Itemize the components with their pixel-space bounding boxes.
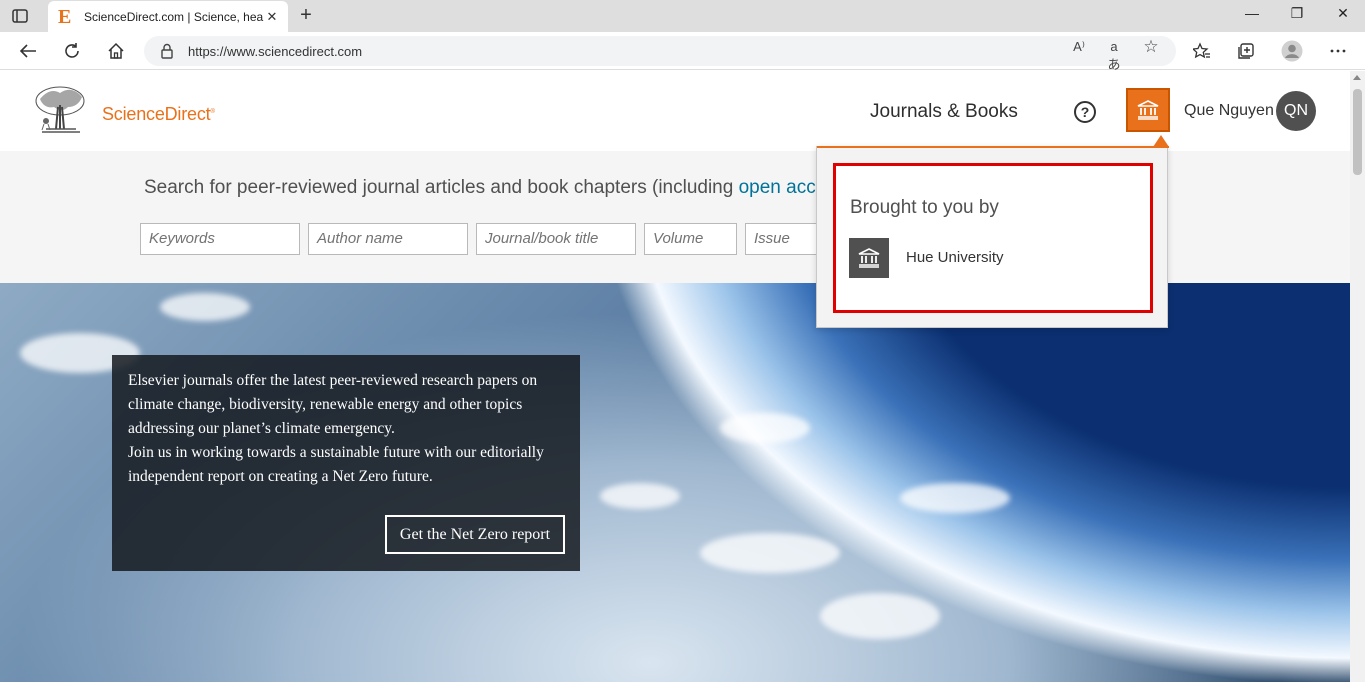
- institution-popover: Brought to you by Hue University: [816, 135, 1169, 328]
- brought-to-you-heading: Brought to you by: [850, 197, 999, 218]
- elsevier-favicon-icon: E: [58, 5, 72, 28]
- scrollbar-thumb[interactable]: [1353, 89, 1362, 175]
- address-bar[interactable]: https://www.sciencedirect.com: [144, 36, 1176, 66]
- hero-cloud: [820, 593, 940, 639]
- page-viewport: ScienceDirect® Journals & Books ? Que Ng…: [0, 71, 1350, 682]
- volume-input[interactable]: Volume: [644, 223, 737, 255]
- browser-toolbar: https://www.sciencedirect.com A⁾ aあ ☆: [0, 32, 1365, 72]
- translate-icon[interactable]: aあ: [1104, 39, 1124, 72]
- more-menu-icon[interactable]: [1327, 40, 1349, 62]
- url-text: https://www.sciencedirect.com: [188, 43, 363, 59]
- hero-cloud: [900, 483, 1010, 513]
- author-input[interactable]: Author name: [308, 223, 468, 255]
- institution-icon: [1137, 100, 1159, 120]
- keywords-input[interactable]: Keywords: [140, 223, 300, 255]
- hero-banner: Elsevier journals offer the latest peer-…: [0, 283, 1350, 682]
- search-intro-text: Search for peer-reviewed journal article…: [144, 177, 739, 198]
- add-favorite-icon[interactable]: ☆: [1141, 37, 1161, 56]
- popover-content-highlight: Brought to you by Hue University: [833, 163, 1153, 313]
- hero-cloud: [160, 293, 250, 321]
- hero-cloud: [700, 533, 840, 573]
- back-icon[interactable]: [17, 40, 39, 62]
- institution-name[interactable]: Hue University: [906, 249, 1004, 266]
- user-avatar[interactable]: QN: [1276, 91, 1316, 131]
- read-aloud-icon[interactable]: A⁾: [1069, 39, 1089, 57]
- tab-actions-icon[interactable]: [8, 6, 32, 26]
- popover-accent-bar: [817, 146, 1169, 148]
- page-scrollbar[interactable]: [1350, 71, 1365, 682]
- minimize-button[interactable]: —: [1240, 5, 1264, 25]
- help-icon[interactable]: ?: [1074, 101, 1096, 123]
- sciencedirect-logo-text[interactable]: ScienceDirect®: [102, 104, 215, 125]
- browser-tab-active[interactable]: E ScienceDirect.com | Science, hea ✕: [48, 1, 288, 32]
- favorites-icon[interactable]: [1191, 40, 1213, 62]
- close-window-button[interactable]: ✕: [1331, 5, 1355, 25]
- lock-icon: [160, 43, 176, 59]
- home-icon[interactable]: [105, 40, 127, 62]
- journals-books-link[interactable]: Journals & Books: [870, 101, 1018, 123]
- user-name[interactable]: Que Nguyen: [1184, 102, 1274, 120]
- hero-message-panel: Elsevier journals offer the latest peer-…: [112, 355, 580, 571]
- hero-cloud: [600, 483, 680, 509]
- browser-tab-bar: E ScienceDirect.com | Science, hea ✕ + —…: [0, 0, 1365, 32]
- journal-title-input[interactable]: Journal/book title: [476, 223, 636, 255]
- hero-paragraph-2: Join us in working towards a sustainable…: [128, 444, 544, 485]
- restore-button[interactable]: ❐: [1285, 5, 1309, 25]
- hero-paragraph-1: Elsevier journals offer the latest peer-…: [128, 372, 538, 437]
- search-intro: Search for peer-reviewed journal article…: [144, 177, 860, 199]
- issue-input[interactable]: Issue: [745, 223, 825, 255]
- new-tab-button[interactable]: +: [296, 5, 316, 26]
- tab-close-icon[interactable]: ✕: [264, 9, 280, 25]
- collections-icon[interactable]: [1235, 40, 1257, 62]
- institution-button[interactable]: [1126, 88, 1170, 132]
- logo-registered-mark: ®: [210, 109, 215, 115]
- refresh-icon[interactable]: [61, 40, 83, 62]
- net-zero-report-button[interactable]: Get the Net Zero report: [385, 515, 565, 554]
- tab-title: ScienceDirect.com | Science, hea: [84, 9, 264, 24]
- institution-icon: [858, 248, 880, 268]
- elsevier-tree-logo-icon[interactable]: [32, 85, 88, 135]
- hero-cloud: [720, 413, 810, 443]
- scroll-up-arrow-icon[interactable]: [1353, 75, 1361, 80]
- logo-wordmark: ScienceDirect: [102, 104, 211, 124]
- site-header: ScienceDirect® Journals & Books ? Que Ng…: [0, 71, 1350, 151]
- profile-icon[interactable]: [1281, 40, 1303, 62]
- institution-icon-badge: [849, 238, 889, 278]
